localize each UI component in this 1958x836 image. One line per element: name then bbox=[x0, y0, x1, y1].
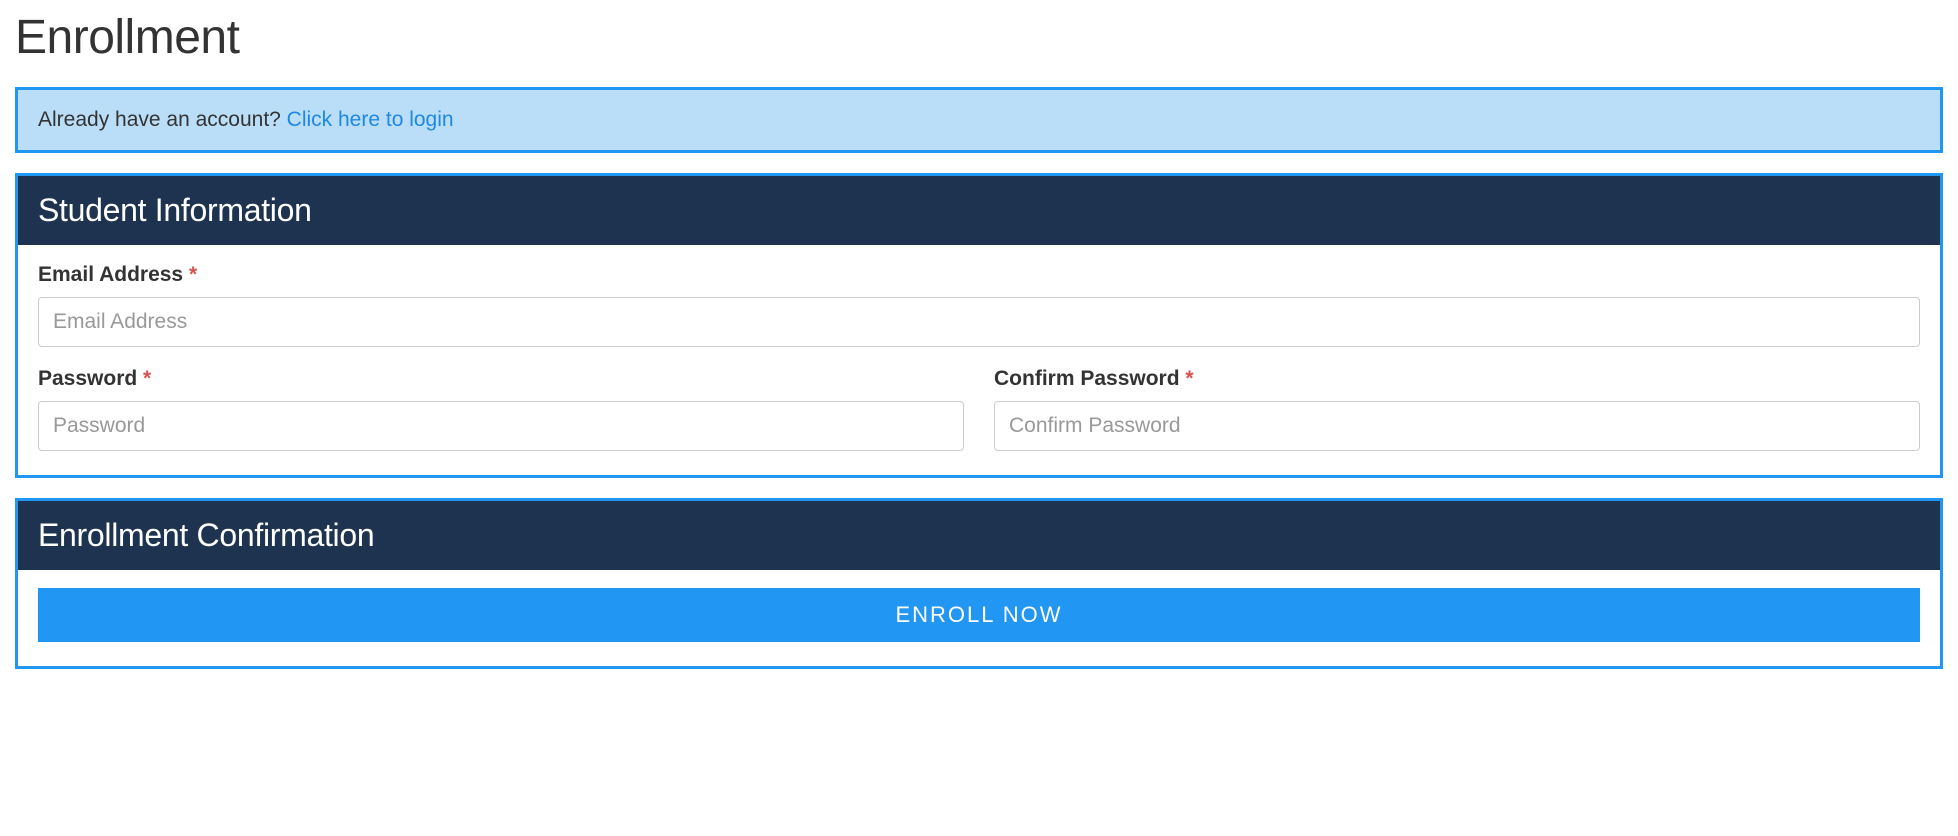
email-field[interactable] bbox=[38, 297, 1920, 347]
email-label-text: Email Address bbox=[38, 263, 189, 286]
student-information-header: Student Information bbox=[18, 176, 1940, 245]
required-mark: * bbox=[189, 263, 197, 286]
enrollment-confirmation-panel: Enrollment Confirmation ENROLL NOW bbox=[15, 498, 1943, 669]
required-mark: * bbox=[143, 367, 151, 390]
student-information-panel: Student Information Email Address * Pass… bbox=[15, 173, 1943, 478]
confirm-password-label-text: Confirm Password bbox=[994, 367, 1185, 390]
login-alert-text: Already have an account? bbox=[38, 108, 287, 131]
password-label: Password * bbox=[38, 367, 964, 391]
confirm-password-group: Confirm Password * bbox=[994, 367, 1920, 451]
enrollment-confirmation-header: Enrollment Confirmation bbox=[18, 501, 1940, 570]
required-mark: * bbox=[1185, 367, 1193, 390]
confirm-password-label: Confirm Password * bbox=[994, 367, 1920, 391]
email-group: Email Address * bbox=[38, 263, 1920, 347]
enrollment-confirmation-body: ENROLL NOW bbox=[18, 570, 1940, 666]
login-link[interactable]: Click here to login bbox=[287, 108, 454, 131]
password-group: Password * bbox=[38, 367, 964, 451]
email-label: Email Address * bbox=[38, 263, 1920, 287]
student-information-body: Email Address * Password * Confirm Passw… bbox=[18, 245, 1940, 475]
password-field[interactable] bbox=[38, 401, 964, 451]
confirm-password-field[interactable] bbox=[994, 401, 1920, 451]
login-alert: Already have an account? Click here to l… bbox=[15, 87, 1943, 153]
password-label-text: Password bbox=[38, 367, 143, 390]
page-title: Enrollment bbox=[15, 10, 1943, 65]
enroll-now-button[interactable]: ENROLL NOW bbox=[38, 588, 1920, 642]
